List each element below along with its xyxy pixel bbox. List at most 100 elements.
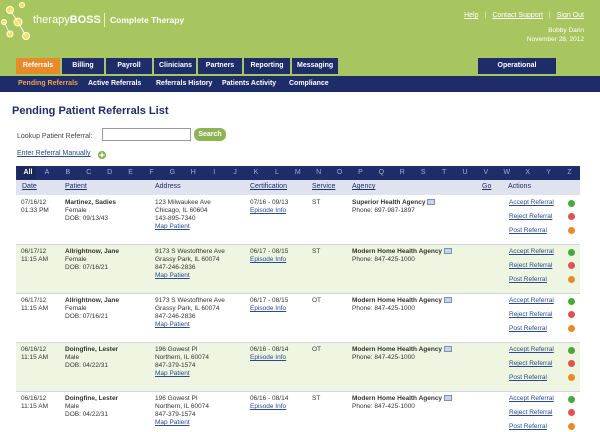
- episode-info-link[interactable]: Episode Info: [250, 305, 288, 313]
- subnav-active-referrals[interactable]: Active Referrals: [88, 76, 141, 92]
- reject-minus-icon[interactable]: [568, 213, 575, 220]
- letter-filter-w[interactable]: W: [500, 166, 514, 180]
- map-patient-link[interactable]: Map Patient: [155, 419, 209, 427]
- lookup-input[interactable]: [102, 128, 191, 141]
- post-arrow-icon[interactable]: [568, 374, 575, 381]
- contact-support-link[interactable]: Contact Support: [492, 12, 543, 19]
- post-arrow-icon[interactable]: [568, 276, 575, 283]
- letter-filter-s[interactable]: S: [416, 166, 430, 180]
- accept-check-icon[interactable]: [568, 249, 575, 256]
- episode-info-link[interactable]: Episode Info: [250, 403, 288, 411]
- map-patient-link[interactable]: Map Patient: [155, 370, 209, 378]
- letter-filter-c[interactable]: C: [82, 166, 96, 180]
- tab-clinicians[interactable]: Clinicians: [154, 58, 196, 74]
- reject-minus-icon[interactable]: [568, 311, 575, 318]
- letter-filter-all[interactable]: All: [21, 166, 35, 180]
- operational-settings-button[interactable]: Operational Settings: [478, 58, 556, 85]
- letter-filter-x[interactable]: X: [521, 166, 535, 180]
- reject-referral-link[interactable]: Reject Referral: [509, 213, 552, 220]
- post-arrow-icon[interactable]: [568, 227, 575, 234]
- letter-filter-g[interactable]: G: [165, 166, 179, 180]
- tab-referrals[interactable]: Referrals: [16, 58, 60, 74]
- letter-filter-j[interactable]: J: [228, 166, 242, 180]
- letter-filter-a[interactable]: A: [40, 166, 54, 180]
- accept-referral-link[interactable]: Accept Referral: [509, 395, 554, 402]
- reject-referral-link[interactable]: Reject Referral: [509, 262, 552, 269]
- help-link[interactable]: Help: [464, 12, 478, 19]
- reject-referral-link[interactable]: Reject Referral: [509, 409, 552, 416]
- subnav-pending-referrals[interactable]: Pending Referrals: [18, 76, 78, 92]
- post-arrow-icon[interactable]: [568, 423, 575, 430]
- letter-filter-p[interactable]: P: [354, 166, 368, 180]
- letter-filter-z[interactable]: Z: [563, 166, 577, 180]
- tab-billing[interactable]: Billing: [62, 58, 104, 74]
- letter-filter-n[interactable]: N: [312, 166, 326, 180]
- letter-filter-m[interactable]: M: [291, 166, 305, 180]
- agency-info-icon[interactable]: [444, 297, 453, 304]
- enter-referral-manually-link[interactable]: Enter Referral Manually: [17, 150, 91, 157]
- letter-filter-k[interactable]: K: [249, 166, 263, 180]
- reject-referral-link[interactable]: Reject Referral: [509, 360, 552, 367]
- letter-filter-u[interactable]: U: [458, 166, 472, 180]
- letter-filter-r[interactable]: R: [395, 166, 409, 180]
- add-icon[interactable]: [98, 151, 106, 159]
- episode-info-link[interactable]: Episode Info: [250, 354, 288, 362]
- post-referral-link[interactable]: Post Referral: [509, 325, 547, 332]
- row-agency: Modern Home Health Agency Phone: 847-425-…: [352, 297, 453, 313]
- episode-info-link[interactable]: Episode Info: [250, 207, 288, 215]
- map-patient-link[interactable]: Map Patient: [155, 321, 225, 329]
- search-button[interactable]: Search: [194, 128, 226, 141]
- letter-filter-e[interactable]: E: [124, 166, 138, 180]
- agency-info-icon[interactable]: [444, 248, 453, 255]
- subnav-patients-activity[interactable]: Patients Activity: [222, 76, 276, 92]
- letter-filter-l[interactable]: L: [270, 166, 284, 180]
- post-referral-link[interactable]: Post Referral: [509, 276, 547, 283]
- map-patient-link[interactable]: Map Patient: [155, 223, 211, 231]
- post-referral-link[interactable]: Post Referral: [509, 374, 547, 381]
- accept-check-icon[interactable]: [568, 298, 575, 305]
- tab-reporting[interactable]: Reporting: [244, 58, 290, 74]
- tab-messaging[interactable]: Messaging: [292, 58, 338, 74]
- agency-info-icon[interactable]: [444, 346, 453, 353]
- letter-filter-h[interactable]: H: [186, 166, 200, 180]
- letter-filter-i[interactable]: I: [207, 166, 221, 180]
- accept-referral-link[interactable]: Accept Referral: [509, 199, 554, 206]
- accept-referral-link[interactable]: Accept Referral: [509, 248, 554, 255]
- reject-minus-icon[interactable]: [568, 262, 575, 269]
- subnav-referrals-history[interactable]: Referrals History: [156, 76, 212, 92]
- agency-info-icon[interactable]: [444, 395, 453, 402]
- col-go[interactable]: Go: [482, 183, 491, 190]
- accept-check-icon[interactable]: [568, 347, 575, 354]
- post-arrow-icon[interactable]: [568, 325, 575, 332]
- row-patient: Martinez, Sadies Female DOB: 09/13/43: [65, 199, 116, 223]
- letter-filter-o[interactable]: O: [333, 166, 347, 180]
- reject-referral-link[interactable]: Reject Referral: [509, 311, 552, 318]
- letter-filter-f[interactable]: F: [145, 166, 159, 180]
- accept-referral-link[interactable]: Accept Referral: [509, 297, 554, 304]
- col-certification[interactable]: Certification: [250, 183, 287, 190]
- episode-info-link[interactable]: Episode Info: [250, 256, 288, 264]
- accept-check-icon[interactable]: [568, 396, 575, 403]
- map-patient-link[interactable]: Map Patient: [155, 272, 225, 280]
- reject-minus-icon[interactable]: [568, 409, 575, 416]
- post-referral-link[interactable]: Post Referral: [509, 227, 547, 234]
- post-referral-link[interactable]: Post Referral: [509, 423, 547, 430]
- letter-filter-b[interactable]: B: [61, 166, 75, 180]
- col-service[interactable]: Service: [312, 183, 335, 190]
- col-date[interactable]: Date: [22, 183, 37, 190]
- accept-check-icon[interactable]: [568, 200, 575, 207]
- tab-partners[interactable]: Partners: [198, 58, 242, 74]
- col-agency[interactable]: Agency: [352, 183, 375, 190]
- subnav-compliance[interactable]: Compliance: [289, 76, 329, 92]
- letter-filter-d[interactable]: D: [103, 166, 117, 180]
- reject-minus-icon[interactable]: [568, 360, 575, 367]
- letter-filter-y[interactable]: Y: [542, 166, 556, 180]
- col-patient[interactable]: Patient: [65, 183, 87, 190]
- sign-out-link[interactable]: Sign Out: [557, 12, 584, 19]
- letter-filter-q[interactable]: Q: [374, 166, 388, 180]
- tab-payroll[interactable]: Payroll: [106, 58, 152, 74]
- accept-referral-link[interactable]: Accept Referral: [509, 346, 554, 353]
- agency-info-icon[interactable]: [427, 199, 436, 206]
- letter-filter-v[interactable]: V: [479, 166, 493, 180]
- letter-filter-t[interactable]: T: [437, 166, 451, 180]
